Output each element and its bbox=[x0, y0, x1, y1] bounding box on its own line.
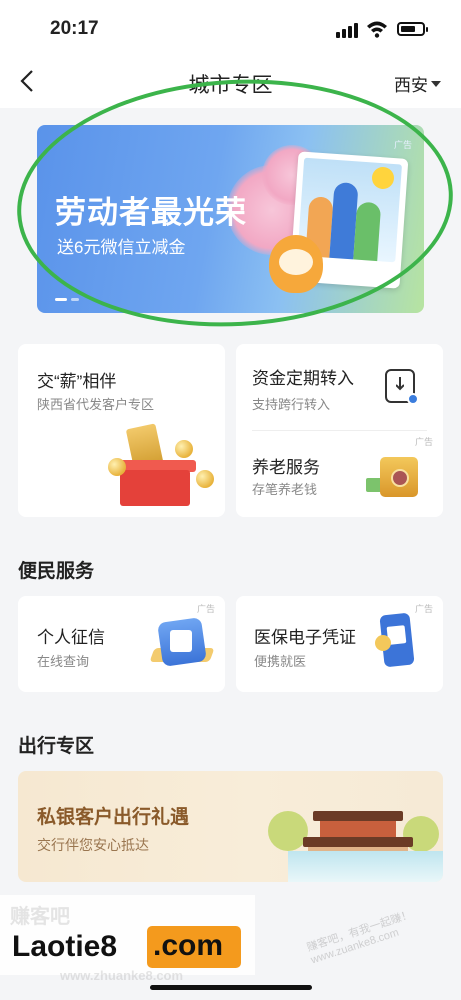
coin-icon bbox=[196, 470, 214, 488]
travel-section-title: 出行专区 bbox=[18, 736, 95, 757]
ad-label: 广告 bbox=[393, 140, 412, 150]
safe-icon bbox=[380, 457, 418, 497]
ad-label: 广告 bbox=[196, 604, 215, 614]
pension-subtitle: 存笔养老钱 bbox=[252, 482, 318, 497]
pension-title: 养老服务 bbox=[252, 458, 320, 477]
sun-icon bbox=[372, 167, 394, 189]
carousel-indicator bbox=[55, 298, 79, 301]
ad-label: 广告 bbox=[414, 604, 433, 614]
transfer-title: 资金定期转入 bbox=[252, 369, 354, 388]
battery-icon bbox=[397, 22, 428, 36]
water-decoration bbox=[288, 851, 443, 882]
status-time: 20:17 bbox=[50, 18, 99, 39]
promo-banner[interactable]: 劳动者最光荣 送6元微信立减金 广告 bbox=[37, 125, 424, 313]
person-icon bbox=[375, 635, 391, 651]
signal-icon bbox=[336, 22, 360, 38]
caret-down-icon bbox=[431, 80, 441, 87]
salary-card-title: 交“薪”相伴 bbox=[37, 372, 117, 391]
nav-bar: 城市专区 西安 bbox=[0, 56, 461, 108]
medical-subtitle: 便携就医 bbox=[254, 654, 307, 669]
services-section-title: 便民服务 bbox=[18, 561, 95, 582]
city-selector[interactable]: 西安 bbox=[394, 71, 441, 96]
watermark-brand: Laotie8 bbox=[12, 930, 118, 963]
credit-title: 个人征信 bbox=[37, 628, 105, 647]
page-title: 城市专区 bbox=[188, 74, 273, 97]
watermark-faint-url: www.zhuanke8.com bbox=[60, 968, 184, 983]
home-indicator[interactable] bbox=[150, 985, 312, 990]
qr-code-icon bbox=[170, 630, 192, 652]
download-calendar-icon bbox=[385, 369, 419, 405]
temple-roof bbox=[303, 837, 413, 847]
gift-box-icon bbox=[120, 470, 190, 506]
coin-icon bbox=[175, 440, 193, 458]
city-label: 西安 bbox=[394, 76, 428, 95]
temple-illustration bbox=[313, 811, 403, 821]
watermark-faint-text: 赚客吧 bbox=[10, 906, 70, 928]
ad-label: 广告 bbox=[414, 437, 433, 447]
watermark-domain: .com bbox=[147, 926, 241, 968]
wifi-icon bbox=[367, 21, 387, 38]
travel-subtitle: 交行伴您安心抵达 bbox=[37, 837, 149, 853]
tree-decoration bbox=[268, 811, 308, 851]
banner-title: 劳动者最光荣 bbox=[55, 195, 247, 230]
medical-title: 医保电子凭证 bbox=[254, 628, 356, 647]
credit-subtitle: 在线查询 bbox=[37, 654, 90, 669]
banner-subtitle: 送6元微信立减金 bbox=[57, 238, 186, 257]
status-bar: 20:17 bbox=[0, 0, 461, 56]
travel-banner[interactable]: 私银客户出行礼遇 交行伴您安心抵达 bbox=[18, 771, 443, 882]
mascot-illustration bbox=[269, 235, 323, 293]
salary-card-subtitle: 陕西省代发客户专区 bbox=[37, 397, 155, 412]
transfer-subtitle: 支持跨行转入 bbox=[252, 397, 331, 412]
watermark-right-text: 赚客吧，有我一起赚！www.zuanke8.com bbox=[305, 908, 414, 967]
coin-icon bbox=[108, 458, 126, 476]
travel-title: 私银客户出行礼遇 bbox=[37, 807, 190, 828]
